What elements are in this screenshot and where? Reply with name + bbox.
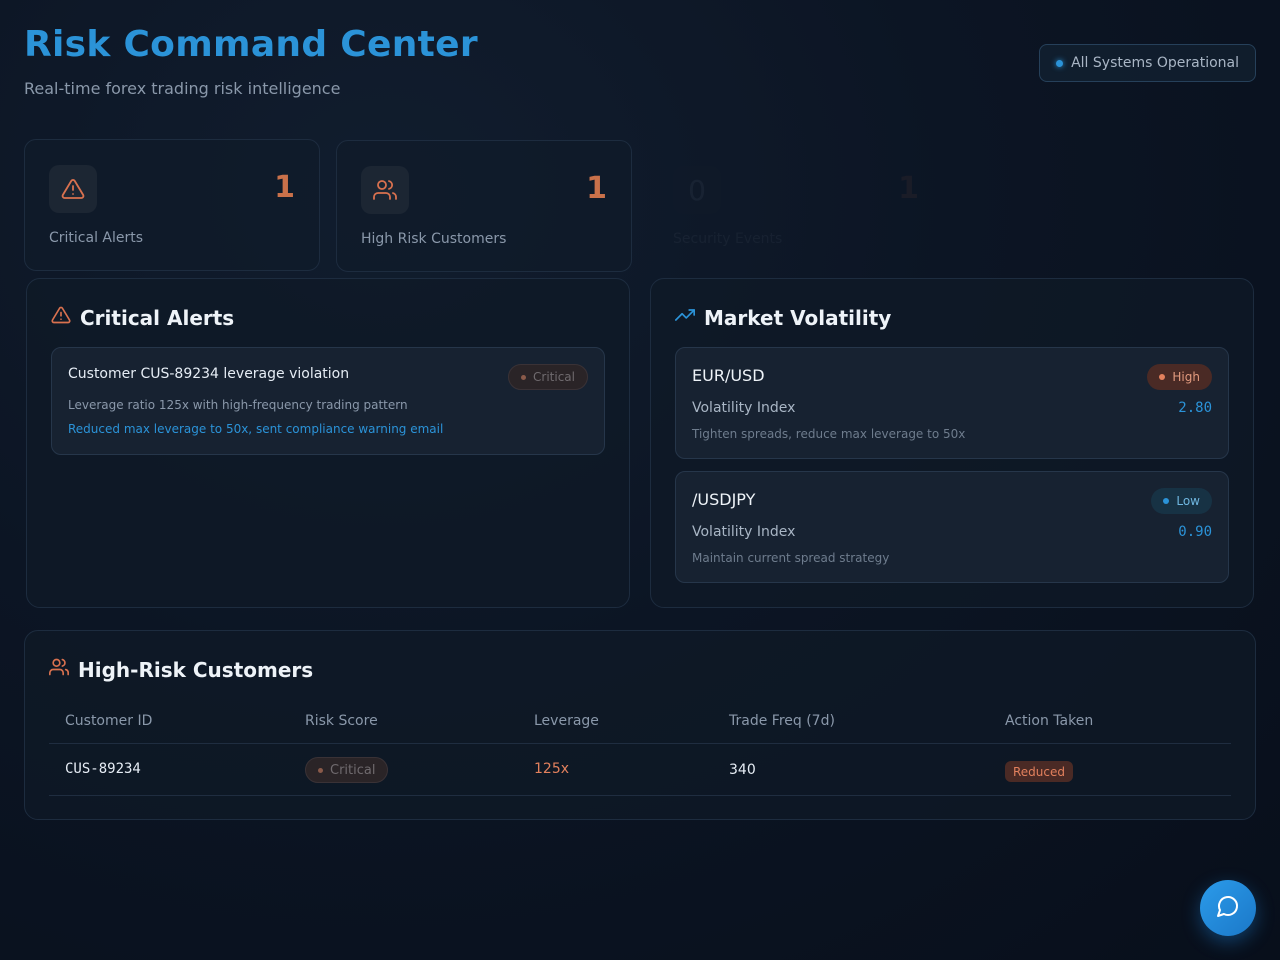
panel-title: High-Risk Customers <box>49 657 313 682</box>
panel-title-text: High-Risk Customers <box>78 657 314 682</box>
volatility-index-label: Volatility Index <box>692 524 796 540</box>
alert-description: Leverage ratio 125x with high-frequency … <box>68 398 408 412</box>
stat-card-security-events[interactable]: 0 1 Security Events <box>648 140 944 272</box>
level-dot-icon <box>1163 498 1170 504</box>
leverage-cell: 125x <box>534 761 570 777</box>
critical-alerts-panel: Critical Alerts Customer CUS-89234 lever… <box>26 278 630 608</box>
page-subtitle: Real-time forex trading risk intelligenc… <box>24 79 341 98</box>
message-circle-icon <box>1216 894 1240 922</box>
volatility-index-label: Volatility Index <box>692 400 796 416</box>
stat-label: Critical Alerts <box>49 230 144 246</box>
alert-title: Customer CUS-89234 leverage violation <box>68 366 350 382</box>
panel-title-text: Critical Alerts <box>80 305 235 330</box>
system-status-badge: All Systems Operational <box>1039 44 1256 82</box>
users-icon <box>361 166 409 214</box>
system-status-text: All Systems Operational <box>1071 55 1239 71</box>
volatility-item-usdjpy[interactable]: /USDJPY Low Volatility Index 0.90 Mainta… <box>675 471 1229 583</box>
stat-card-high-risk-customers[interactable]: 1 High Risk Customers <box>336 140 632 272</box>
column-header-leverage[interactable]: Leverage <box>534 713 599 729</box>
table-header-divider <box>49 743 1231 744</box>
risk-score-badge: Critical <box>305 757 389 783</box>
alert-triangle-icon <box>51 305 71 330</box>
stat-label: High Risk Customers <box>361 231 507 247</box>
volatility-index-value: 0.90 <box>1178 524 1212 540</box>
stat-value: 1 <box>898 171 919 206</box>
panel-title: Market Volatility <box>675 305 891 330</box>
stat-value: 1 <box>586 171 607 206</box>
shield-icon: 0 <box>673 166 721 214</box>
currency-pair: EUR/USD <box>692 366 765 385</box>
action-taken-badge: Reduced <box>1005 761 1074 782</box>
risk-score-label: Critical <box>330 762 376 778</box>
severity-badge-label: Critical <box>533 370 575 384</box>
panel-title: Critical Alerts <box>51 305 234 330</box>
high-risk-customers-panel: High-Risk Customers Customer ID Risk Sco… <box>24 630 1256 820</box>
column-header-action-taken[interactable]: Action Taken <box>1005 713 1093 729</box>
severity-dot-icon <box>521 374 527 380</box>
risk-dot-icon <box>318 767 323 773</box>
trade-freq-cell: 340 <box>729 762 756 778</box>
volatility-level-label: Low <box>1176 494 1200 508</box>
alert-action: Reduced max leverage to 50x, sent compli… <box>68 422 444 436</box>
column-header-trade-freq[interactable]: Trade Freq (7d) <box>729 713 835 729</box>
alert-triangle-icon <box>49 165 97 213</box>
chat-button[interactable] <box>1200 880 1256 936</box>
market-volatility-panel: Market Volatility EUR/USD High Volatilit… <box>650 278 1254 608</box>
page-title: Risk Command Center <box>24 24 478 65</box>
volatility-level-label: High <box>1172 370 1200 384</box>
table-row-divider <box>49 795 1231 796</box>
page-header: Risk Command Center Real-time forex trad… <box>24 24 478 98</box>
level-dot-icon <box>1159 374 1166 380</box>
users-icon <box>49 657 70 682</box>
volatility-index-value: 2.80 <box>1178 400 1212 416</box>
stat-label: Security Events <box>673 231 783 247</box>
customer-id-cell: CUS-89234 <box>65 761 141 777</box>
stat-card-critical-alerts[interactable]: 1 Critical Alerts <box>24 139 320 271</box>
severity-badge: Critical <box>508 364 588 390</box>
alert-item[interactable]: Customer CUS-89234 leverage violation Cr… <box>51 347 605 455</box>
panel-title-text: Market Volatility <box>704 305 892 330</box>
volatility-recommendation: Maintain current spread strategy <box>692 551 890 565</box>
status-dot-icon <box>1056 59 1064 67</box>
column-header-customer-id[interactable]: Customer ID <box>65 713 152 729</box>
volatility-item-eurusd[interactable]: EUR/USD High Volatility Index 2.80 Tight… <box>675 347 1229 459</box>
volatility-recommendation: Tighten spreads, reduce max leverage to … <box>692 427 966 441</box>
column-header-risk-score[interactable]: Risk Score <box>305 713 378 729</box>
trending-up-icon <box>675 305 695 330</box>
stat-value: 1 <box>274 170 295 205</box>
volatility-level-badge: High <box>1147 364 1212 390</box>
volatility-level-badge: Low <box>1151 488 1212 514</box>
currency-pair: /USDJPY <box>692 490 756 509</box>
